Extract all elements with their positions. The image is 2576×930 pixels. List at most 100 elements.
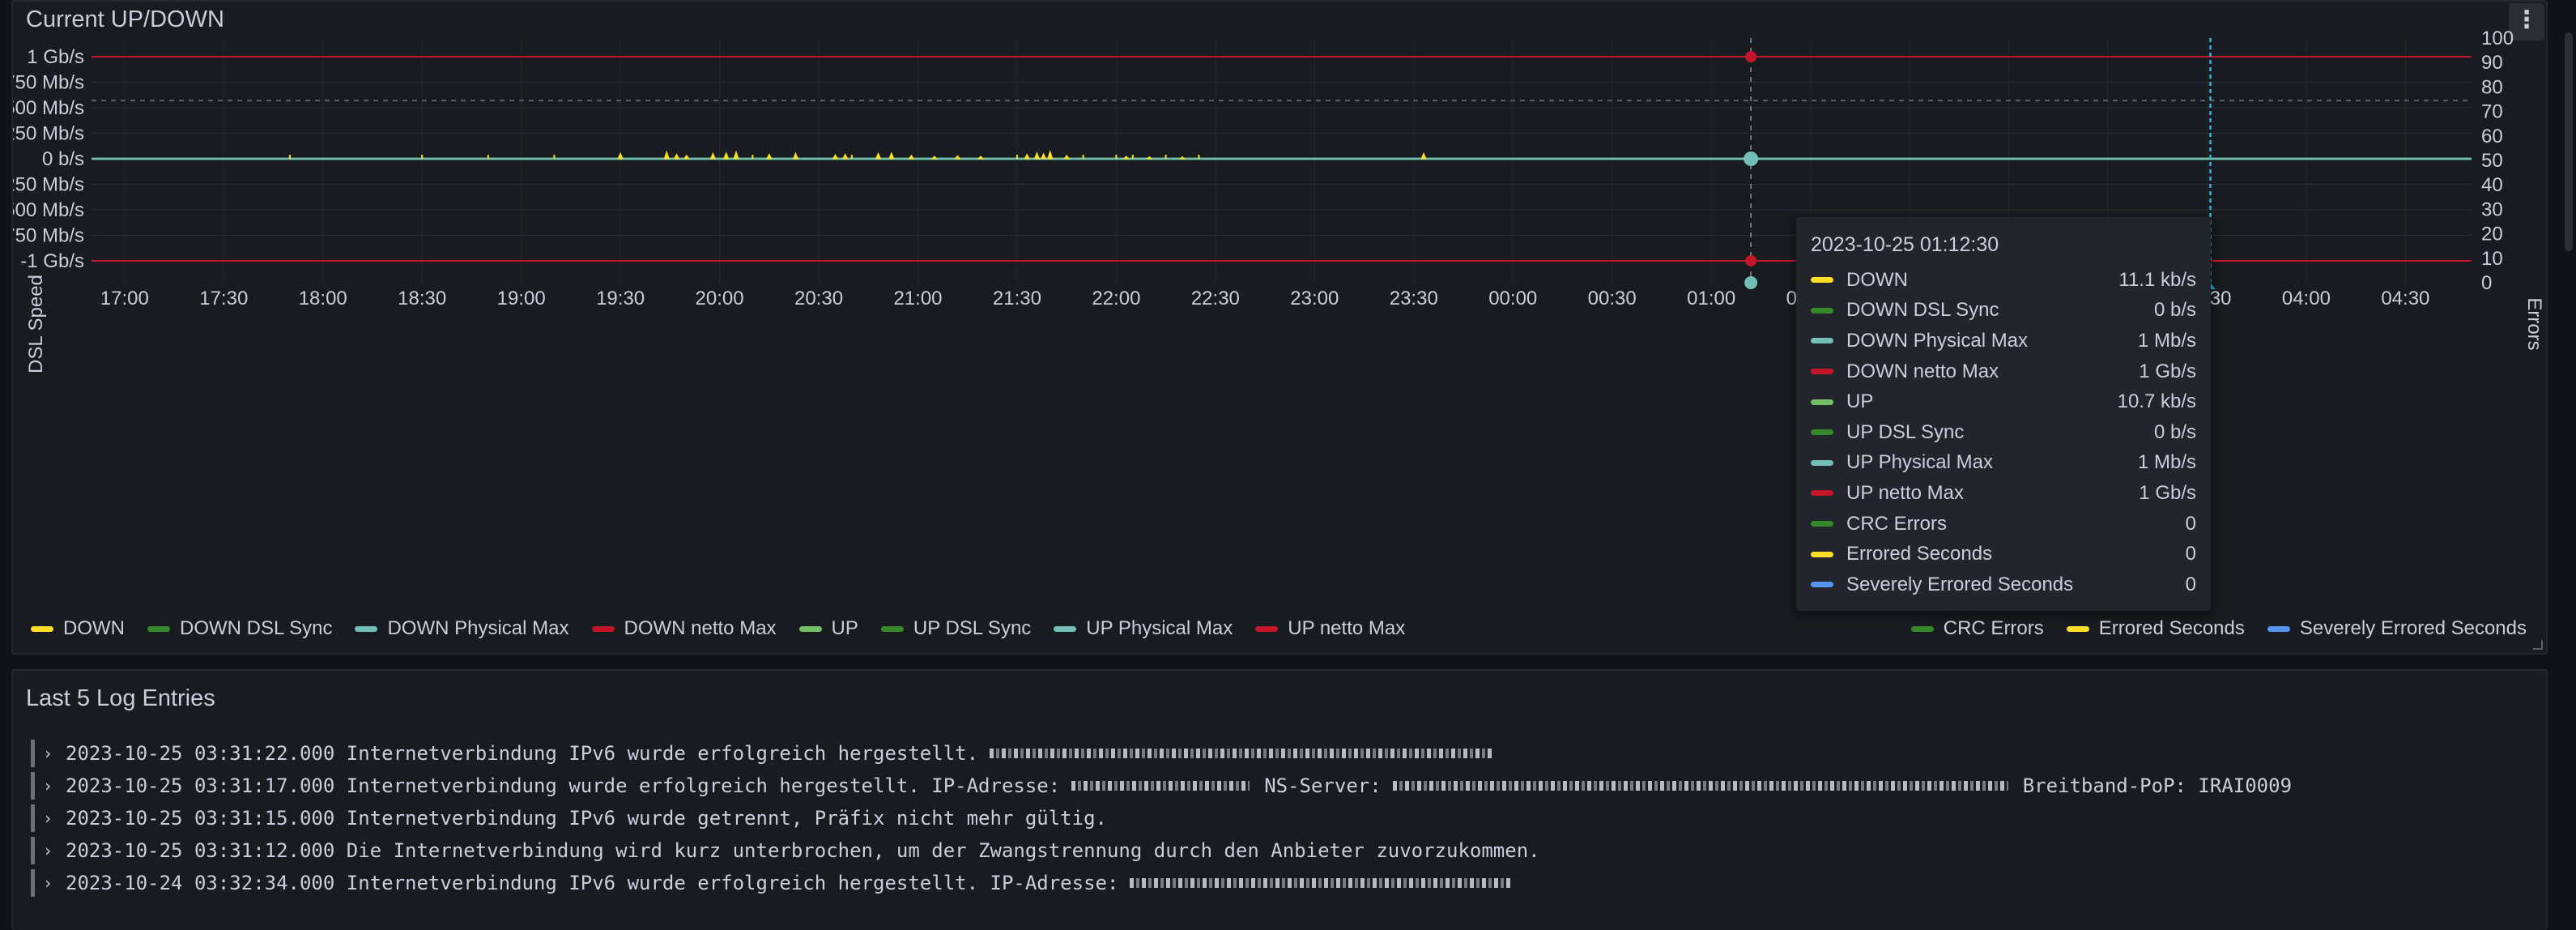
- down-spike: [841, 153, 849, 160]
- x-tick-label: 18:00: [299, 288, 347, 309]
- legend-left-item[interactable]: DOWN: [31, 617, 125, 640]
- tooltip-swatch-icon: [1811, 459, 1833, 466]
- log-entry-text: 2023-10-25 03:31:15.000 Internetverbindu…: [66, 807, 1107, 830]
- legend-right-item[interactable]: CRC Errors: [1910, 617, 2044, 640]
- legend-swatch-icon: [2267, 625, 2290, 632]
- y-tick-label: 1 Gb/s: [27, 46, 84, 68]
- crosshair-point-zero: [1744, 151, 1759, 166]
- tooltip-series-value: 0 b/s: [2153, 299, 2196, 322]
- legend-swatch-icon: [798, 625, 822, 632]
- tooltip-series-value: 0: [2185, 543, 2196, 565]
- tooltip-swatch-icon: [1811, 399, 1833, 405]
- y-tick-label: -750 Mb/s: [13, 225, 84, 247]
- crosshair-point-down-netto: [1745, 51, 1757, 62]
- crosshair-point-up-netto: [1745, 255, 1757, 267]
- legend-swatch-icon: [1054, 625, 1077, 632]
- x-tick-label: 17:00: [100, 288, 149, 309]
- log-level-bar: [31, 837, 35, 864]
- legend-left-item[interactable]: UP Physical Max: [1054, 617, 1233, 640]
- legend-swatch-icon: [355, 625, 378, 632]
- legend-left: DOWN DOWN DSL Sync DOWN Physical Max DOWN n…: [31, 617, 1405, 640]
- y2-tick-label: 90: [2481, 52, 2503, 74]
- x-tick-label: 20:00: [696, 288, 744, 309]
- hover-tooltip: 2023-10-25 01:12:30 DOWN 11.1 kb/s DOWN DS…: [1796, 217, 2211, 611]
- log-level-bar: [31, 804, 35, 832]
- down-spike: [930, 156, 939, 160]
- tooltip-series-name: DOWN: [1846, 268, 1908, 291]
- tooltip-series-value: 1 Mb/s: [2137, 329, 2196, 352]
- legend-label: Errored Seconds: [2098, 617, 2245, 639]
- x-tick-label: 00:30: [1588, 288, 1637, 309]
- legend-left-item[interactable]: UP netto Max: [1255, 617, 1405, 640]
- tooltip-series-name: CRC Errors: [1846, 512, 1947, 535]
- tooltip-row: Errored Seconds 0: [1811, 539, 2196, 570]
- chevron-right-icon[interactable]: ›: [43, 776, 59, 796]
- down-spike: [617, 151, 624, 160]
- down-spike: [722, 151, 730, 160]
- legend-label: UP DSL Sync: [913, 617, 1032, 639]
- tooltip-series-name: DOWN DSL Sync: [1846, 299, 1999, 322]
- legend-left-item[interactable]: DOWN DSL Sync: [147, 617, 332, 640]
- legend-right-item[interactable]: Severely Errored Seconds: [2267, 617, 2527, 640]
- chart-panel: Current UP/DOWN ⋮ 1 Gb/s750 Mb/s500 Mb/s…: [11, 0, 2548, 655]
- tooltip-series-name: DOWN netto Max: [1846, 360, 1999, 382]
- down-spike: [792, 151, 799, 160]
- down-spike: [954, 155, 961, 160]
- tooltip-swatch-icon: [1811, 369, 1833, 375]
- tooltip-series-name: UP netto Max: [1846, 481, 1964, 504]
- tooltip-row: Severely Errored Seconds 0: [1811, 570, 2196, 600]
- log-entry-row[interactable]: › 2023-10-24 03:32:34.000 Internetverbind…: [31, 867, 2533, 899]
- chevron-right-icon[interactable]: ›: [43, 841, 59, 860]
- x-tick-label: 22:00: [1092, 288, 1140, 309]
- legend-label: DOWN: [63, 617, 125, 639]
- y-tick-label: 750 Mb/s: [13, 72, 84, 94]
- x-tick-label: 19:30: [596, 288, 645, 309]
- log-entry-row[interactable]: › 2023-10-25 03:31:22.000 Internetverbind…: [31, 737, 2533, 770]
- legend-label: CRC Errors: [1943, 617, 2044, 639]
- legend-swatch-icon: [880, 625, 904, 632]
- log-entry-text: 2023-10-25 03:31:22.000 Internetverbindu…: [66, 742, 979, 765]
- crosshair-point-errors: [1744, 276, 1758, 289]
- left-axis-title: DSL Speed: [25, 275, 47, 373]
- x-tick-label: 04:00: [2282, 288, 2331, 309]
- down-spike: [683, 154, 690, 160]
- chevron-right-icon[interactable]: ›: [43, 744, 59, 763]
- legend-left-item[interactable]: DOWN netto Max: [591, 617, 777, 640]
- legend-left-item[interactable]: UP: [798, 617, 858, 640]
- panel-resize-handle[interactable]: [2533, 640, 2543, 650]
- log-entry-row[interactable]: › 2023-10-25 03:31:15.000 Internetverbind…: [31, 802, 2533, 834]
- tooltip-series-name: UP DSL Sync: [1846, 420, 1965, 443]
- legend-label: UP netto Max: [1288, 617, 1406, 639]
- tooltip-row: DOWN 11.1 kb/s: [1811, 265, 2196, 296]
- tooltip-series-value: 1 Mb/s: [2137, 451, 2196, 474]
- log-entry-text: 2023-10-24 03:32:34.000 Internetverbindu…: [66, 872, 1119, 894]
- log-entry-text: 2023-10-25 03:31:12.000 Die Internetverb…: [66, 839, 1540, 862]
- log-level-bar: [31, 869, 35, 897]
- log-entry-row[interactable]: › 2023-10-25 03:31:17.000 Internetverbind…: [31, 770, 2533, 802]
- down-spike: [1420, 151, 1427, 160]
- legend-left-item[interactable]: DOWN Physical Max: [355, 617, 569, 640]
- log-entry-row[interactable]: › 2023-10-25 03:31:12.000 Die Internetver…: [31, 834, 2533, 867]
- tooltip-row: DOWN Physical Max 1 Mb/s: [1811, 326, 2196, 356]
- chevron-right-icon[interactable]: ›: [43, 873, 59, 893]
- legend-label: DOWN DSL Sync: [179, 617, 333, 639]
- tooltip-swatch-icon: [1811, 429, 1833, 436]
- y2-tick-label: 60: [2481, 126, 2503, 147]
- down-spike: [1033, 151, 1041, 160]
- tooltip-row: CRC Errors 0: [1811, 509, 2196, 540]
- down-spike: [673, 153, 680, 160]
- down-spike: [709, 151, 717, 160]
- x-tick-label: 19:00: [497, 288, 546, 309]
- logs-panel-title[interactable]: Last 5 Log Entries: [26, 685, 215, 712]
- chevron-right-icon[interactable]: ›: [43, 808, 59, 828]
- redacted-address: [1130, 878, 1511, 888]
- legend-left-item[interactable]: UP DSL Sync: [880, 617, 1032, 640]
- tooltip-series-name: Severely Errored Seconds: [1846, 573, 2074, 595]
- y2-tick-label: 100: [2481, 28, 2514, 49]
- legend-right-item[interactable]: Errored Seconds: [2066, 617, 2245, 640]
- redacted-ns-servers: [1392, 781, 2008, 791]
- tooltip-series-value: 1 Gb/s: [2139, 360, 2196, 382]
- x-tick-label: 23:00: [1290, 288, 1339, 309]
- page-scrollbar[interactable]: [2565, 32, 2573, 251]
- legend-label: UP Physical Max: [1086, 617, 1233, 639]
